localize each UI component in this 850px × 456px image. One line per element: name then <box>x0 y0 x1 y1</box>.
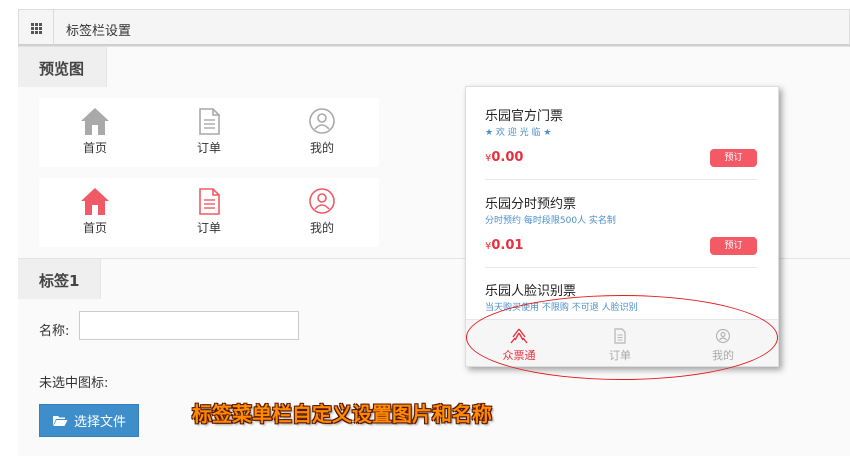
preview-tab-home: 首页 <box>65 106 125 156</box>
ticket-subtitle: ★ 欢 迎 光 临 ★ <box>485 128 552 138</box>
ticket-price: ¥0.01 <box>485 238 523 253</box>
page-title: 标签栏设置 <box>66 24 132 39</box>
preview-tab-label: 我的 <box>309 221 334 235</box>
preview-tab-label: 我的 <box>309 141 334 155</box>
annotation-caption: 标签菜单栏自定义设置图片和名称 <box>192 402 492 426</box>
preview-tab-home: 首页 <box>65 186 125 236</box>
folder-open-icon <box>52 416 68 426</box>
book-button[interactable]: 预订 <box>710 237 757 255</box>
book-button[interactable]: 预订 <box>710 149 757 167</box>
preview-tab-order: 订单 <box>179 186 239 236</box>
choose-file-button[interactable]: 选择文件 <box>39 404 139 437</box>
user-icon <box>309 108 335 134</box>
preview-tab-order: 订单 <box>179 106 239 156</box>
ticket-card[interactable]: 乐园分时预约票 分时预约 每时段限500人 实名制 ¥0.01 预订 <box>485 193 757 255</box>
name-input[interactable] <box>79 311 299 340</box>
name-label: 名称: <box>39 324 70 339</box>
grid-menu-icon[interactable] <box>19 10 54 45</box>
ticket-title: 乐园人脸识别票 <box>485 284 577 299</box>
ticket-title: 乐园分时预约票 <box>485 197 577 212</box>
tab1-section-title: 标签1 <box>18 259 101 299</box>
order-icon <box>199 188 220 215</box>
ticket-card[interactable]: 乐园官方门票 ★ 欢 迎 光 临 ★ ¥0.00 预订 <box>485 105 757 167</box>
preview-tab-mine: 我的 <box>292 186 352 236</box>
highlight-ellipse <box>466 295 778 380</box>
tab-preview-selected: 首页 订单 我的 <box>39 178 379 247</box>
divider <box>485 267 757 268</box>
preview-tab-label: 首页 <box>82 221 107 235</box>
ticket-title: 乐园官方门票 <box>485 109 564 124</box>
home-icon <box>81 108 109 135</box>
ticket-price: ¥0.00 <box>485 150 523 165</box>
price-value: 0.00 <box>491 150 524 165</box>
home-icon <box>81 188 109 215</box>
price-value: 0.01 <box>491 238 524 253</box>
preview-section-title: 预览图 <box>18 47 107 87</box>
divider <box>485 179 757 180</box>
user-icon <box>309 188 335 214</box>
preview-tab-label: 订单 <box>196 141 221 155</box>
preview-tab-label: 首页 <box>82 141 107 155</box>
choose-file-label: 选择文件 <box>73 415 126 430</box>
unselected-icon-label: 未选中图标: <box>39 376 109 391</box>
order-icon <box>199 108 220 135</box>
preview-tab-label: 订单 <box>196 221 221 235</box>
top-bar: 标签栏设置 <box>18 9 850 46</box>
preview-tab-mine: 我的 <box>292 106 352 156</box>
ticket-subtitle: 分时预约 每时段限500人 实名制 <box>485 216 616 226</box>
tab-preview-unselected: 首页 订单 我的 <box>39 98 379 167</box>
